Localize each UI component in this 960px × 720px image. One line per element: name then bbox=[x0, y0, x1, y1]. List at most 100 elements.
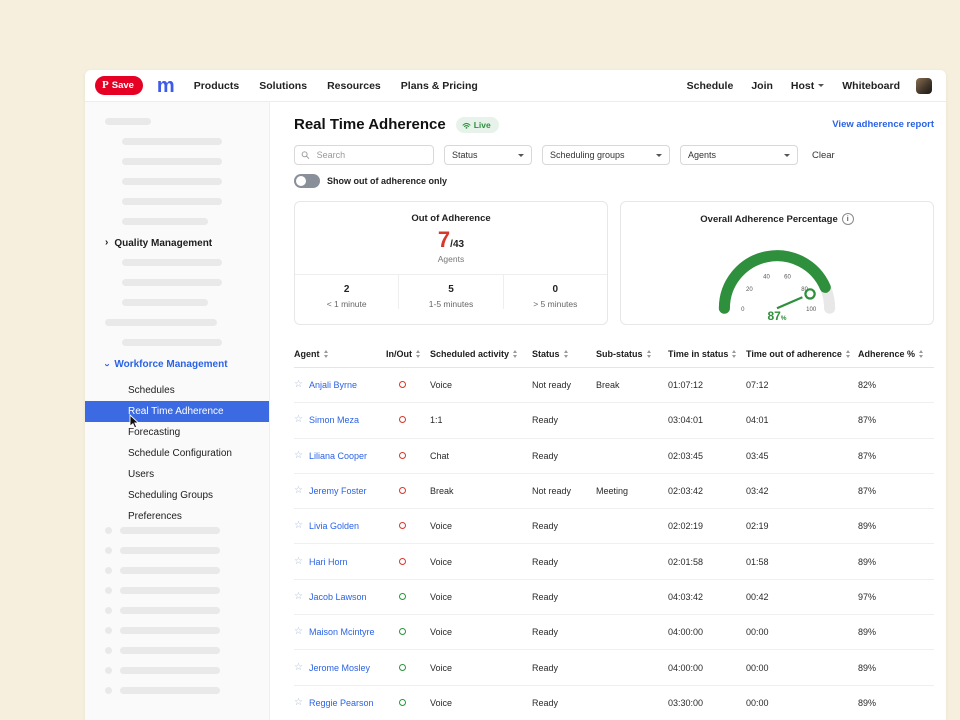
search-input[interactable] bbox=[294, 145, 434, 165]
agent-link[interactable]: Hari Horn bbox=[309, 557, 348, 567]
column-header-in-out[interactable]: In/Out bbox=[386, 349, 430, 359]
miro-logo[interactable]: m bbox=[157, 76, 174, 96]
sidebar-item-schedule-configuration[interactable]: Schedule Configuration bbox=[85, 443, 269, 464]
sidebar-item-users[interactable]: Users bbox=[85, 464, 269, 485]
status-cell: Ready bbox=[532, 451, 596, 461]
info-icon[interactable]: i bbox=[842, 213, 854, 225]
sort-icon bbox=[647, 350, 651, 358]
column-header-adherence[interactable]: Adherence % bbox=[858, 349, 934, 359]
star-icon[interactable]: ☆ bbox=[294, 451, 303, 461]
sidebar-item-scheduling-groups[interactable]: Scheduling Groups bbox=[85, 485, 269, 506]
agent-link[interactable]: Simon Meza bbox=[309, 415, 359, 425]
agent-link[interactable]: Anjali Byrne bbox=[309, 380, 357, 390]
star-icon[interactable]: ☆ bbox=[294, 698, 303, 708]
table-row: ☆Hari HornVoiceReady02:01:5801:5889% bbox=[294, 544, 934, 579]
table-row: ☆Jacob LawsonVoiceReady04:03:4200:4297% bbox=[294, 580, 934, 615]
pinterest-icon: P bbox=[102, 80, 109, 91]
sidebar-item-forecasting[interactable]: Forecasting bbox=[85, 422, 269, 443]
nav-item-plans-pricing[interactable]: Plans & Pricing bbox=[401, 80, 478, 92]
table-row: ☆Liliana CooperChatReady02:03:4503:4587% bbox=[294, 439, 934, 474]
agent-link[interactable]: Jeremy Foster bbox=[309, 486, 367, 496]
agent-link[interactable]: Maison Mcintyre bbox=[309, 627, 375, 637]
agent-link[interactable]: Jacob Lawson bbox=[309, 592, 367, 602]
nav-item-resources[interactable]: Resources bbox=[327, 80, 381, 92]
nav-item-schedule[interactable]: Schedule bbox=[687, 80, 734, 92]
pinterest-save-button[interactable]: P Save bbox=[95, 76, 143, 95]
search-field[interactable] bbox=[315, 149, 427, 161]
nav-item-whiteboard[interactable]: Whiteboard bbox=[842, 80, 900, 92]
activity-cell: Chat bbox=[430, 451, 532, 461]
skeleton-bar bbox=[122, 158, 222, 165]
sidebar-section-workforce-management[interactable]: › Workforce Management bbox=[105, 359, 269, 370]
breakdown-value: 2 bbox=[295, 284, 398, 295]
skeleton-bar bbox=[105, 118, 151, 125]
nav-item-host[interactable]: Host bbox=[791, 80, 824, 92]
agent-cell: ☆ Jeremy Foster bbox=[294, 486, 386, 496]
column-header-scheduled-activity[interactable]: Scheduled activity bbox=[430, 349, 532, 359]
agent-cell: ☆ Anjali Byrne bbox=[294, 380, 386, 390]
page-background: P Save m Products Solutions Resources Plans… bbox=[0, 0, 960, 720]
time-in-status-cell: 03:30:00 bbox=[668, 698, 746, 708]
time-in-status-cell: 02:03:42 bbox=[668, 486, 746, 496]
star-icon[interactable]: ☆ bbox=[294, 521, 303, 531]
show-out-of-adherence-toggle[interactable] bbox=[294, 174, 320, 188]
time-out-cell: 02:19 bbox=[746, 521, 858, 531]
time-out-cell: 00:00 bbox=[746, 663, 858, 673]
clear-filters-button[interactable]: Clear bbox=[812, 150, 835, 161]
in-out-cell bbox=[386, 592, 430, 602]
star-icon[interactable]: ☆ bbox=[294, 663, 303, 673]
column-header-status[interactable]: Status bbox=[532, 349, 596, 359]
agent-link[interactable]: Reggie Pearson bbox=[309, 698, 374, 708]
sidebar-item-real-time-adherence[interactable]: Real Time Adherence bbox=[85, 401, 269, 422]
time-in-status-cell: 02:01:58 bbox=[668, 557, 746, 567]
chevron-right-icon: › bbox=[105, 238, 108, 248]
gauge-tick-label: 60 bbox=[784, 275, 791, 281]
agent-cell: ☆ Simon Meza bbox=[294, 415, 386, 425]
star-icon[interactable]: ☆ bbox=[294, 486, 303, 496]
activity-cell: Voice bbox=[430, 557, 532, 567]
sidebar-item-schedules[interactable]: Schedules bbox=[85, 380, 269, 401]
dropdown-status[interactable]: Status bbox=[444, 145, 532, 165]
agent-link[interactable]: Jerome Mosley bbox=[309, 663, 370, 673]
column-header-sub-status[interactable]: Sub-status bbox=[596, 349, 668, 359]
star-icon[interactable]: ☆ bbox=[294, 380, 303, 390]
agent-link[interactable]: Livia Golden bbox=[309, 521, 359, 531]
star-icon[interactable]: ☆ bbox=[294, 592, 303, 602]
agent-link[interactable]: Liliana Cooper bbox=[309, 451, 367, 461]
column-label: Sub-status bbox=[596, 349, 643, 359]
skeleton-bar bbox=[122, 138, 222, 145]
dropdown-scheduling-groups[interactable]: Scheduling groups bbox=[542, 145, 670, 165]
nav-item-products[interactable]: Products bbox=[194, 80, 240, 92]
star-icon[interactable]: ☆ bbox=[294, 627, 303, 637]
skeleton-tick bbox=[105, 647, 112, 654]
toggle-label: Show out of adherence only bbox=[327, 176, 447, 186]
sidebar-item-preferences[interactable]: Preferences bbox=[85, 506, 269, 527]
out-of-adherence-count: 7/43 bbox=[295, 229, 607, 251]
adherence-cell: 87% bbox=[858, 451, 934, 461]
in-out-cell bbox=[386, 521, 430, 531]
top-navigation: P Save m Products Solutions Resources Plans… bbox=[85, 70, 946, 102]
dropdown-agents[interactable]: Agents bbox=[680, 145, 798, 165]
sidebar-skeleton-top bbox=[105, 118, 269, 225]
column-header-time-out-of-adherence[interactable]: Time out of adherence bbox=[746, 349, 858, 359]
view-adherence-report-link[interactable]: View adherence report bbox=[832, 119, 934, 130]
gauge-value-arc bbox=[724, 256, 825, 309]
column-header-agent[interactable]: Agent bbox=[294, 349, 386, 359]
column-header-time-in-status[interactable]: Time in status bbox=[668, 349, 746, 359]
star-icon[interactable]: ☆ bbox=[294, 415, 303, 425]
breakdown-label: 1-5 minutes bbox=[399, 299, 502, 309]
time-in-status-cell: 03:04:01 bbox=[668, 415, 746, 425]
skeleton-bar bbox=[120, 627, 220, 634]
star-icon[interactable]: ☆ bbox=[294, 557, 303, 567]
sort-icon bbox=[732, 350, 736, 358]
activity-cell: Break bbox=[430, 486, 532, 496]
adherence-cell: 89% bbox=[858, 698, 934, 708]
nav-item-solutions[interactable]: Solutions bbox=[259, 80, 307, 92]
time-out-cell: 00:00 bbox=[746, 698, 858, 708]
skeleton-tick bbox=[105, 667, 112, 674]
nav-item-join[interactable]: Join bbox=[751, 80, 773, 92]
agents-unit-label: Agents bbox=[295, 254, 607, 264]
avatar[interactable] bbox=[916, 78, 932, 94]
skeleton-bar bbox=[120, 607, 220, 614]
sidebar-section-quality-management[interactable]: › Quality Management bbox=[105, 238, 269, 249]
